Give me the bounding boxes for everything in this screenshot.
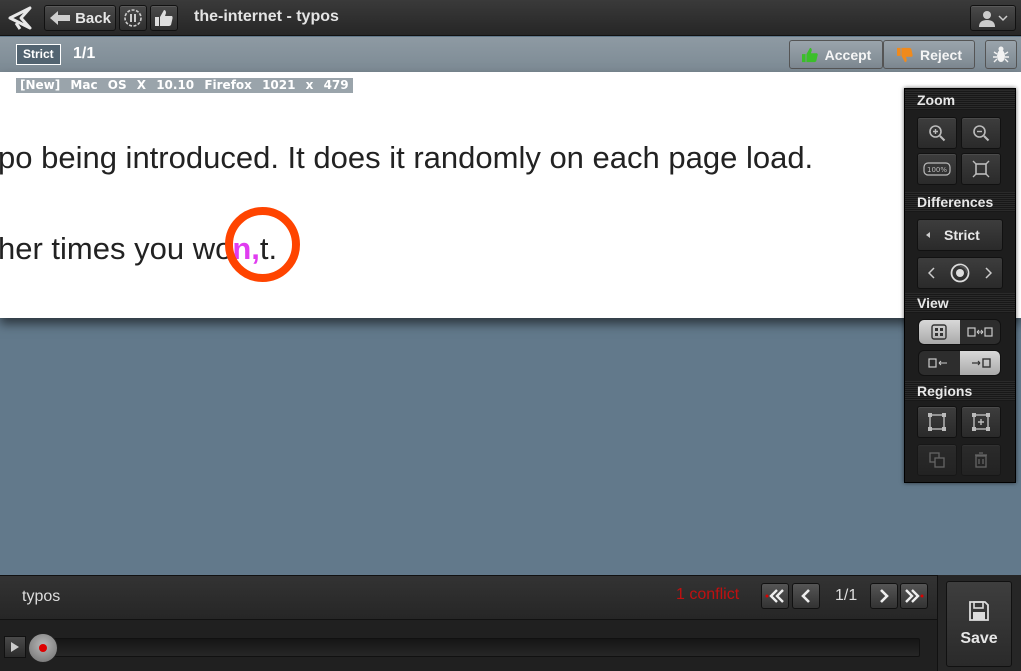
side-by-side-button[interactable] xyxy=(960,320,1001,344)
thumbs-up-icon xyxy=(155,10,173,26)
thumbs-up-icon xyxy=(801,47,818,62)
accept-label: Accept xyxy=(824,46,872,63)
zoom-100-button[interactable]: 100% xyxy=(917,153,957,185)
fit-to-screen-button[interactable] xyxy=(961,153,1001,185)
page-text-line-1: po being introduced. It does it randomly… xyxy=(0,140,814,175)
checkpoint-view-button[interactable] xyxy=(959,351,1000,375)
top-toolbar: Back the-internet - typos xyxy=(0,0,1021,36)
trash-icon xyxy=(975,452,987,468)
checkpoint-view-icon xyxy=(971,358,991,368)
caret-left-icon xyxy=(926,232,930,238)
floppy-disk-icon xyxy=(969,601,989,621)
toggle-differences-button[interactable] xyxy=(946,258,974,288)
accept-button[interactable]: Accept xyxy=(789,40,883,69)
select-region-button[interactable] xyxy=(961,406,1001,438)
previous-step-button[interactable] xyxy=(792,583,820,609)
save-area: Save xyxy=(937,575,1021,671)
grid-view-icon xyxy=(931,324,947,340)
baseline-view-icon xyxy=(928,358,948,368)
match-level-badge: Strict xyxy=(16,44,61,65)
back-label: Back xyxy=(75,9,111,27)
chevron-left-icon xyxy=(801,589,810,603)
checkpoint-image[interactable]: [New] Mac OS X 10.10 Firefox 1021 x 479 … xyxy=(0,72,1021,318)
step-count: 1/1 xyxy=(73,45,96,62)
zoom-in-icon xyxy=(929,125,946,142)
double-chevron-right-icon xyxy=(905,589,924,603)
baseline-view-button[interactable] xyxy=(919,351,960,375)
user-menu-button[interactable] xyxy=(970,5,1016,31)
applitools-logo[interactable] xyxy=(6,5,34,31)
thumbs-down-icon xyxy=(896,47,913,62)
zoom-header: Zoom xyxy=(905,90,1015,110)
back-arrow-icon xyxy=(50,11,71,25)
text-before-diff: her times you wo xyxy=(0,231,233,266)
thumbs-up-button[interactable] xyxy=(150,5,178,31)
next-step-button[interactable] xyxy=(870,583,898,609)
region-select-icon xyxy=(972,413,990,431)
zoom-in-button[interactable] xyxy=(917,117,957,149)
copy-icon xyxy=(929,452,945,468)
step-toolbar: Strict 1/1 Accept Reject xyxy=(0,37,1021,72)
tools-panel: Zoom 100% Differences Strict View Region… xyxy=(904,88,1016,483)
conflict-count[interactable]: 1 conflict xyxy=(676,586,739,604)
actual-size-icon: 100% xyxy=(923,162,951,176)
view-header: View xyxy=(905,293,1015,313)
zoom-out-icon xyxy=(973,125,990,142)
differences-header: Differences xyxy=(905,192,1015,212)
pause-icon xyxy=(124,9,142,27)
fit-screen-icon xyxy=(972,160,990,178)
save-button[interactable]: Save xyxy=(946,581,1012,667)
bug-report-button[interactable] xyxy=(985,40,1017,69)
chevron-down-icon xyxy=(998,15,1008,22)
reject-label: Reject xyxy=(919,46,963,63)
pause-button[interactable] xyxy=(119,5,147,31)
chevron-left-icon xyxy=(928,267,935,279)
match-level-selector[interactable]: Strict xyxy=(917,219,1003,251)
add-region-button[interactable] xyxy=(917,406,957,438)
timeline-track[interactable] xyxy=(34,638,920,657)
side-by-side-icon xyxy=(967,327,993,337)
back-button[interactable]: Back xyxy=(44,5,116,31)
timeline-scrubber[interactable] xyxy=(28,633,58,663)
difference-marker[interactable] xyxy=(225,207,300,282)
view-mode-group-1 xyxy=(918,319,1001,345)
zoom-100-label: 100% xyxy=(927,166,947,174)
zoom-out-button[interactable] xyxy=(961,117,1001,149)
chevron-right-icon xyxy=(880,589,889,603)
difference-navigator xyxy=(917,257,1003,289)
scrubber-dot xyxy=(39,644,47,652)
first-step-button[interactable] xyxy=(761,583,789,609)
single-view-button[interactable] xyxy=(919,320,960,344)
environment-label: [New] Mac OS X 10.10 Firefox 1021 x 479 xyxy=(16,78,353,93)
bottom-toolbar: typos 1 conflict 1/1 xyxy=(0,575,937,619)
page-title: the-internet - typos xyxy=(194,8,339,25)
previous-difference-button[interactable] xyxy=(918,258,946,288)
user-icon xyxy=(979,11,995,27)
regions-header: Regions xyxy=(905,381,1015,401)
reject-button[interactable]: Reject xyxy=(883,40,975,69)
view-mode-group-2 xyxy=(918,350,1001,376)
copy-region-button[interactable] xyxy=(917,444,957,476)
timeline xyxy=(0,619,937,671)
step-pager: 1/1 xyxy=(835,587,858,604)
play-button[interactable] xyxy=(4,636,26,658)
test-name: typos xyxy=(22,588,61,605)
save-label: Save xyxy=(960,630,998,647)
bug-icon xyxy=(993,46,1009,62)
double-chevron-left-icon xyxy=(765,589,784,603)
delete-region-button[interactable] xyxy=(961,444,1001,476)
next-difference-button[interactable] xyxy=(974,258,1002,288)
target-icon xyxy=(950,263,970,283)
last-step-button[interactable] xyxy=(900,583,928,609)
region-icon xyxy=(928,413,946,431)
chevron-right-icon xyxy=(985,267,992,279)
play-icon xyxy=(11,642,19,652)
match-level-value: Strict xyxy=(944,227,980,243)
